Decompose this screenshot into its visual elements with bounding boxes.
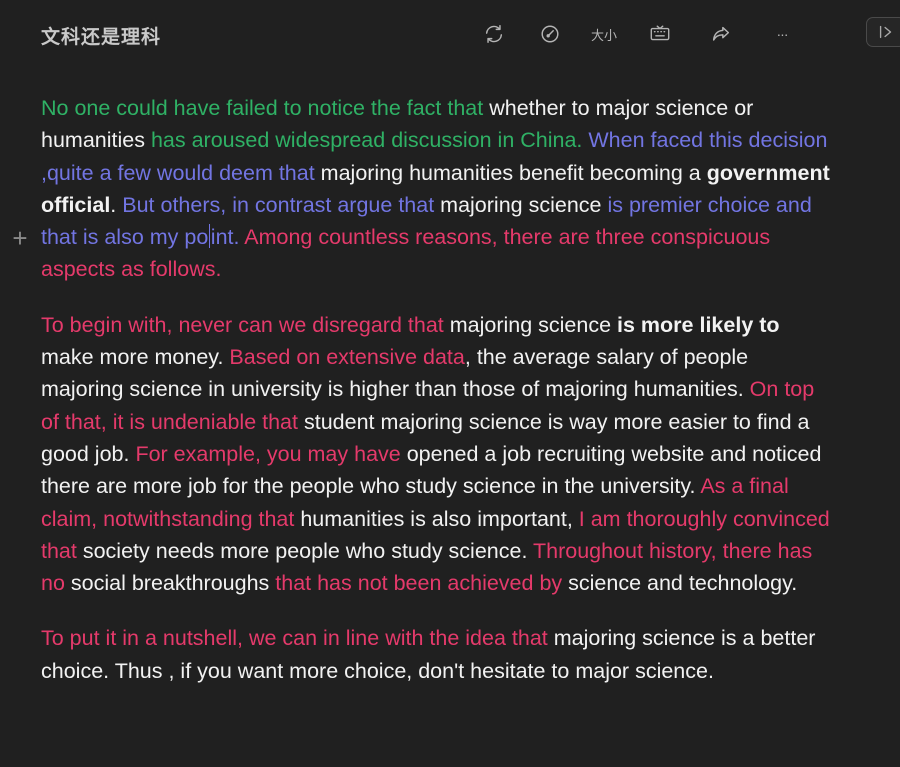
top-toolbar: 文科还是理科 大小 ··· [0,0,900,66]
add-block-icon[interactable]: + [10,225,30,251]
paragraph[interactable]: No one could have failed to notice the f… [41,92,831,286]
panel-toggle-icon [879,25,892,39]
text-segment: But others, in contrast argue that [122,192,441,217]
keyboard-icon[interactable] [647,21,673,47]
font-size-label: 大小 [590,28,617,44]
text-segment: majoring humanities benefit becoming a [320,160,707,185]
more-icon[interactable]: ··· [769,21,795,47]
paragraph[interactable]: To begin with, never can we disregard th… [41,309,831,600]
document-title[interactable]: 文科还是理科 [41,22,161,49]
text-segment: has aroused widespread discussion in Chi… [150,128,589,153]
text-segment: For example, you may have [135,441,407,466]
panel-toggle-button[interactable] [866,17,900,47]
text-segment: society needs more people who study scie… [82,538,534,563]
text-segment: social breakthroughs [70,571,276,596]
more-label: ··· [776,26,789,42]
paragraph[interactable]: To put it in a nutshell, we can in line … [41,622,831,687]
text-segment: humanities is also important, [300,506,579,531]
text-segment: majoring science [449,312,618,337]
compass-icon[interactable] [537,21,563,47]
text-segment: science and technology. [568,571,798,596]
text-segment: To put it in a nutshell, we can in line … [41,626,554,651]
text-segment: To begin with, never can we disregard th… [41,312,450,337]
font-size-icon[interactable]: 大小 [590,21,618,47]
editor-content[interactable]: No one could have failed to notice the f… [41,92,831,710]
sync-icon[interactable] [481,21,507,47]
text-segment: majoring science [440,192,608,217]
share-icon[interactable] [708,21,734,47]
text-segment: Based on extensive data [229,345,465,370]
text-segment: is more likely to [617,312,780,337]
text-segment: int. [210,225,245,250]
text-segment: No one could have failed to notice the f… [41,96,490,120]
text-segment: that has not been achieved by [275,571,569,596]
text-segment: . [110,192,123,217]
text-segment: make more money. [41,345,230,370]
